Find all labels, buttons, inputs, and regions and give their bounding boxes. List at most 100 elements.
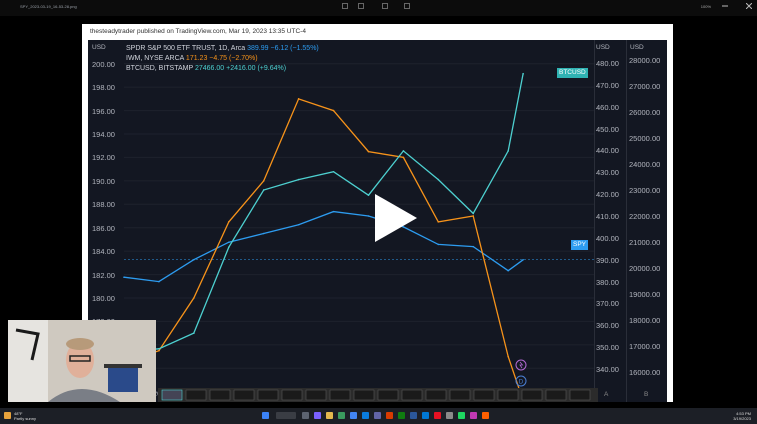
thumbnail[interactable] [329, 389, 351, 401]
mid-axis-tick: 470.00 [596, 80, 619, 90]
start-icon[interactable] [262, 412, 269, 419]
spotify-icon[interactable] [458, 412, 465, 419]
spy-series-point [193, 258, 195, 261]
office-icon[interactable] [386, 412, 393, 419]
legend-iwm-symbol: IWM, NYSE ARCA [126, 55, 184, 62]
system-clock[interactable]: 4:53 PM 3/19/2023 [733, 411, 751, 421]
thumbnail[interactable] [569, 389, 591, 401]
store-icon[interactable] [422, 412, 429, 419]
search-icon[interactable] [276, 412, 296, 419]
thumbnail[interactable] [377, 389, 399, 401]
excel-icon[interactable] [398, 412, 405, 419]
spy-series-point [262, 232, 265, 235]
weather-widget[interactable]: 48°F Partly sunny [14, 411, 36, 421]
mid-axis-tick: 370.00 [596, 299, 619, 309]
right-axis-tick: 25000.00 [629, 133, 661, 143]
task-view-icon[interactable] [302, 412, 309, 419]
iwm-series-point [262, 180, 265, 182]
thumbnail[interactable] [353, 389, 375, 401]
weather-description: Partly sunny [14, 416, 37, 421]
thumbnail[interactable] [473, 389, 495, 401]
right-axis-tick: 27000.00 [629, 81, 661, 91]
thumbnail[interactable] [449, 389, 471, 401]
close-icon[interactable] [746, 3, 752, 9]
auto-scale-button[interactable]: A [604, 391, 608, 398]
iwm-series-line [123, 98, 524, 401]
left-axis-tick: 182.00 [92, 270, 115, 280]
iwm-series-point [297, 98, 300, 100]
screen-capture-icon[interactable] [482, 412, 489, 419]
thumbnail[interactable] [185, 389, 207, 401]
minimize-icon[interactable] [722, 3, 728, 9]
btcusd-price-tag: BTCUSD [557, 68, 588, 78]
legend-btc[interactable]: BTCUSD, BITSTAMP 27466.00 +2416.00 (+9.6… [126, 65, 286, 72]
thumbnail-strip [161, 389, 591, 401]
btc-series-point [437, 178, 440, 181]
mid-axis-tick: 430.00 [596, 168, 619, 178]
btc-series-point [158, 347, 160, 350]
mid-axis-tick: 450.00 [596, 124, 619, 134]
mid-axis-tick: 440.00 [596, 146, 619, 156]
thumbnail[interactable] [257, 389, 279, 401]
settings-icon[interactable] [446, 412, 453, 419]
thumbnail[interactable] [305, 389, 327, 401]
mid-axis-tick: 340.00 [596, 365, 619, 375]
iwm-series-point [507, 355, 509, 358]
right-axis-unit: USD [630, 44, 644, 51]
legend-spy[interactable]: SPDR S&P 500 ETF TRUST, 1D, Arca 389.99 … [126, 45, 319, 52]
thumbnail[interactable] [425, 389, 447, 401]
mail-icon[interactable] [362, 412, 369, 419]
crop-icon[interactable] [358, 3, 364, 9]
left-axis-tick: 198.00 [92, 83, 115, 93]
photos-icon[interactable] [470, 412, 477, 419]
thumbnail[interactable] [281, 389, 303, 401]
left-axis-tick: 196.00 [92, 106, 115, 116]
play-icon[interactable] [363, 188, 423, 248]
left-axis-tick: 192.00 [92, 153, 115, 163]
thumbnail[interactable] [233, 389, 255, 401]
edit-icon[interactable] [342, 3, 348, 9]
event-markers-icon[interactable]: D [514, 358, 528, 388]
legend-iwm[interactable]: IWM, NYSE ARCA 171.23 −4.75 (−2.70%) [126, 55, 258, 62]
mid-axis-unit: USD [596, 44, 610, 51]
window-title: SPY_2023-03-19_16-53-28.png [20, 4, 77, 9]
recording-app-icon[interactable] [434, 412, 441, 419]
thumbnail[interactable] [401, 389, 423, 401]
legend-btc-value: 27466.00 [194, 65, 225, 72]
edge-icon[interactable] [338, 412, 345, 419]
mid-axis-tick: 460.00 [596, 102, 619, 112]
widgets-icon[interactable] [314, 412, 321, 419]
left-axis-tick: 180.00 [92, 294, 115, 303]
share-icon[interactable] [382, 3, 388, 9]
spy-series-point [227, 241, 230, 244]
thumbnail[interactable] [497, 389, 519, 401]
thumbnail[interactable] [521, 389, 543, 401]
thumbnail[interactable] [209, 389, 231, 401]
iwm-series-point [227, 221, 230, 223]
weather-icon[interactable] [4, 412, 11, 419]
btc-series-point [262, 189, 265, 191]
file-explorer-icon[interactable] [326, 412, 333, 419]
spy-series-point [437, 243, 440, 246]
log-scale-button[interactable]: B [644, 391, 648, 398]
word-icon[interactable] [410, 412, 417, 419]
clock-date: 3/19/2023 [733, 416, 751, 421]
right-axis-tick: 26000.00 [629, 107, 661, 117]
chrome-icon[interactable] [350, 412, 357, 419]
publish-header: thesteadytrader published on TradingView… [82, 24, 673, 38]
thumbnail[interactable] [161, 389, 183, 401]
teams-icon[interactable] [374, 412, 381, 419]
mid-axis-tick: 400.00 [596, 233, 619, 243]
right-axis-tick: 28000.00 [629, 55, 661, 65]
tradingview-chart[interactable]: USD USD USD SPDR S&P 500 ETF TRUST, 1D, … [88, 40, 667, 402]
right-axis-tick: 17000.00 [629, 342, 661, 352]
left-axis-tick: 184.00 [92, 247, 115, 257]
delete-icon[interactable] [404, 3, 410, 9]
webcam-overlay [8, 320, 156, 402]
btc-series-point [193, 332, 195, 334]
thumbnail[interactable] [545, 389, 567, 401]
publish-header-text: thesteadytrader published on TradingView… [90, 28, 306, 35]
spy-series-point [332, 210, 335, 213]
left-axis-tick: 200.00 [92, 59, 115, 69]
btc-series-line [123, 73, 524, 353]
